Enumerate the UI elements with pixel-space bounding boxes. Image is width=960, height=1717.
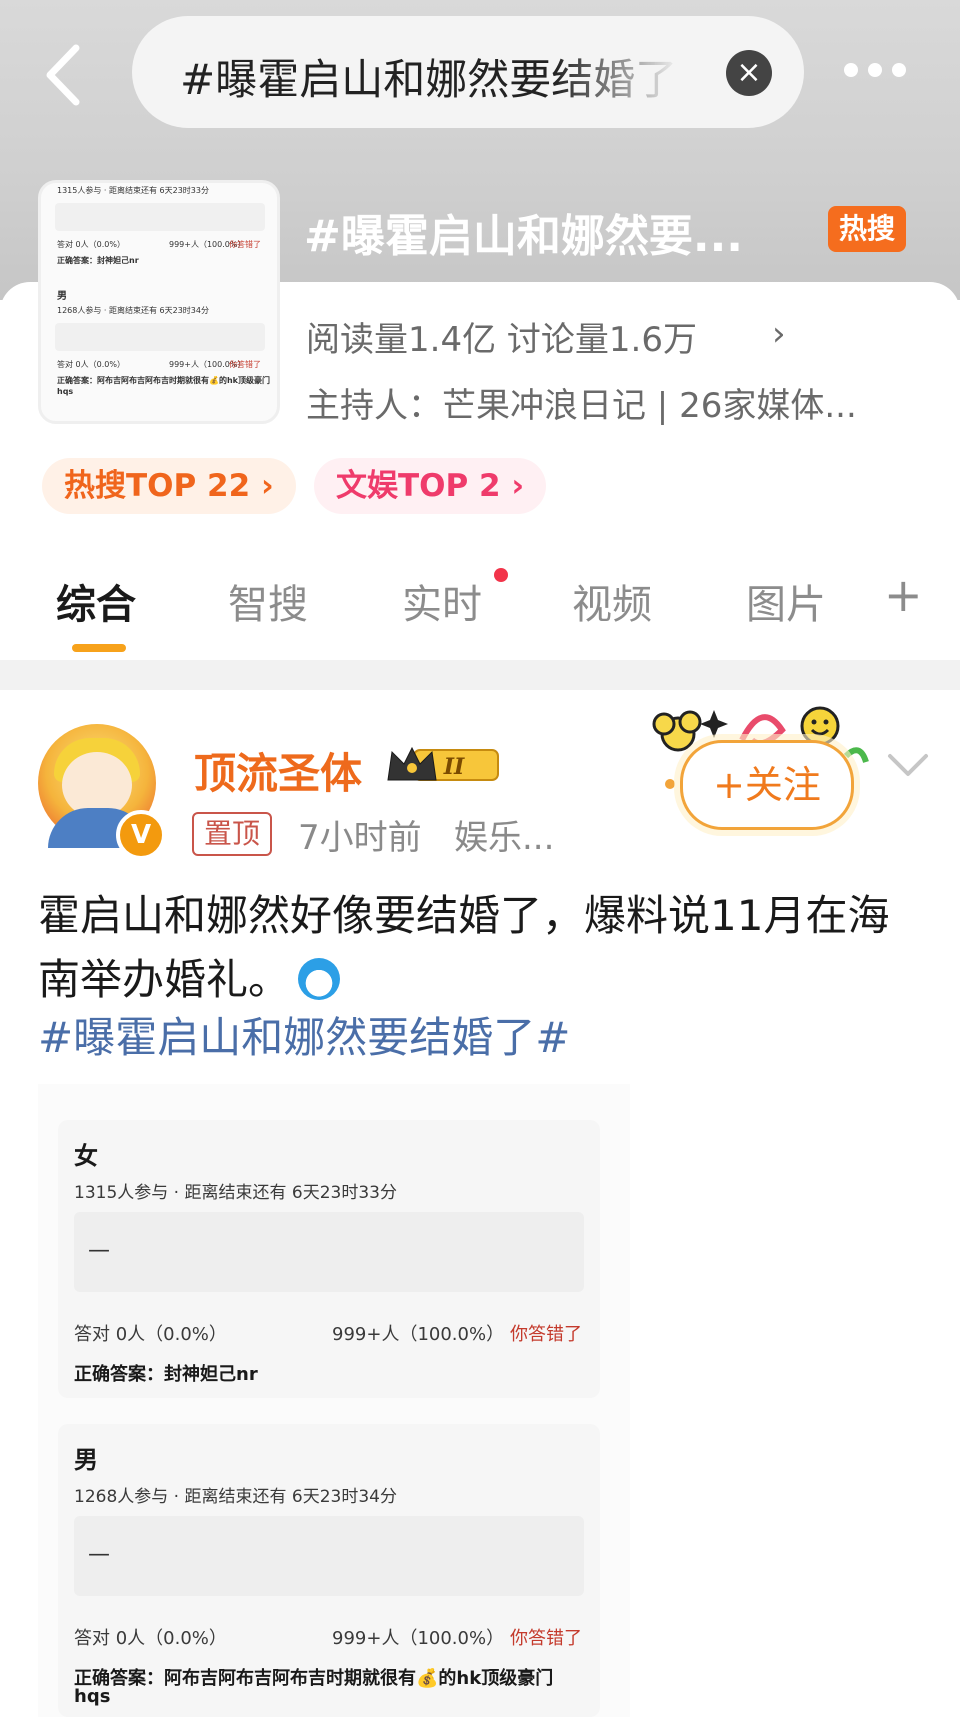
topic-thumbnail[interactable]: 1315人参与 · 距离结束还有 6天23时33分 答对 0人（0.0%） 99…	[38, 180, 280, 424]
tab-images[interactable]: 图片	[746, 572, 826, 630]
level-label: II	[443, 754, 465, 780]
doraemon-emoji-icon	[298, 958, 341, 1000]
post-image[interactable]: 女 1315人参与 · 距离结束还有 6天23时33分 — 答对 0人（0.0%…	[38, 1084, 630, 1717]
chevron-right-icon[interactable]: ›	[772, 314, 786, 354]
tab-smart-search[interactable]: 智搜	[228, 572, 308, 630]
active-tab-indicator	[72, 644, 126, 652]
thumb-result-wrong-2: 你答错了	[229, 360, 261, 369]
more-dot-icon	[892, 63, 906, 77]
topic-host[interactable]: 主持人：芒果冲浪日记 | 26家媒体...	[306, 378, 924, 427]
add-tab-button[interactable]: +	[884, 568, 923, 622]
entertainment-rank-label: 文娱TOP 2	[336, 468, 501, 504]
quiz-wrong-count: 999+人（100.0%）	[332, 1324, 505, 1345]
hot-search-rank-chip[interactable]: 热搜TOP 22 ›	[42, 458, 296, 514]
quiz-card-meta: 1315人参与 · 距离结束还有 6天23时33分	[74, 1183, 397, 1203]
quiz-correct-answer-line2: hqs	[74, 1686, 111, 1707]
post-body: 霍启山和娜然好像要结婚了，爆料说11月在海南举办婚礼。	[38, 884, 918, 1012]
crown-level-icon: II	[387, 746, 499, 781]
quiz-answer-box	[74, 1212, 584, 1292]
thumb-answer-1: 正确答案：封神妲己nr	[57, 256, 139, 265]
chevron-right-icon: ›	[250, 468, 274, 504]
verified-icon: V	[116, 810, 166, 860]
thumb-meta-line-2: 1268人参与 · 距离结束还有 6天23时34分	[57, 306, 209, 315]
quiz-correct-answer: 正确答案：封神妲己nr	[74, 1364, 258, 1385]
thumb-answer-box-2	[55, 323, 265, 351]
hot-search-badge: 热搜	[828, 206, 906, 252]
topic-title: #曝霍启山和娜然要...	[304, 211, 744, 262]
post-text: 霍启山和娜然好像要结婚了，爆料说11月在海南举办婚礼。	[38, 891, 890, 1004]
thumb-result-wrong: 你答错了	[229, 240, 261, 249]
chevron-down-icon[interactable]	[886, 750, 930, 780]
quiz-card-meta: 1268人参与 · 距离结束还有 6天23时34分	[74, 1487, 397, 1507]
more-options-button[interactable]	[844, 62, 916, 78]
tab-video[interactable]: 视频	[572, 572, 652, 630]
follow-button[interactable]: +关注	[680, 740, 854, 830]
entertainment-rank-chip[interactable]: 文娱TOP 2 ›	[314, 458, 547, 514]
hot-search-rank-label: 热搜TOP 22	[64, 468, 251, 504]
new-content-dot	[494, 568, 508, 582]
more-dot-icon	[844, 63, 858, 77]
topic-stats[interactable]: 阅读量1.4亿 讨论量1.6万	[306, 312, 697, 361]
thumb-result-left-2: 答对 0人（0.0%）	[57, 360, 125, 369]
quiz-card-title: 女	[74, 1142, 98, 1170]
thumb-meta-line: 1315人参与 · 距离结束还有 6天23时33分	[57, 186, 209, 195]
thumb-answer-2b: hqs	[57, 387, 74, 396]
quiz-wrong-label: 你答错了	[510, 1324, 582, 1345]
thumb-title-2: 男	[57, 291, 67, 302]
tab-comprehensive[interactable]: 综合	[56, 572, 136, 630]
quiz-wrong-label: 你答错了	[510, 1628, 582, 1649]
quiz-card: 男 1268人参与 · 距离结束还有 6天23时34分 — 答对 0人（0.0%…	[58, 1424, 600, 1717]
quiz-correct-count: 答对 0人（0.0%）	[74, 1628, 227, 1649]
thumb-answer-box	[55, 203, 265, 231]
quiz-wrong-count: 999+人（100.0%）	[332, 1628, 505, 1649]
quiz-correct-count: 答对 0人（0.0%）	[74, 1324, 227, 1345]
chevron-right-icon: ›	[500, 468, 525, 504]
author-name[interactable]: 顶流圣体	[194, 740, 362, 801]
thumb-answer-2: 正确答案：阿布吉阿布吉阿布吉时期就很有💰的hk顶级豪门	[57, 376, 270, 385]
pinned-tag: 置顶	[192, 812, 273, 856]
clear-search-button[interactable]: ×	[726, 50, 772, 96]
quiz-answer-placeholder: —	[88, 1238, 110, 1263]
chevron-left-icon	[46, 44, 80, 106]
search-input[interactable]: #曝霍启山和娜然要结婚了	[180, 46, 680, 107]
quiz-answer-box	[74, 1516, 584, 1596]
quiz-answer-placeholder: —	[88, 1542, 110, 1567]
post-source: 娱乐...	[454, 818, 555, 858]
thumb-result-left: 答对 0人（0.0%）	[57, 240, 125, 249]
quiz-card-title: 男	[74, 1446, 98, 1474]
section-divider	[0, 660, 960, 690]
post-time: 7小时前	[298, 818, 422, 858]
more-dot-icon	[868, 63, 882, 77]
back-button[interactable]	[40, 40, 90, 110]
close-icon: ×	[736, 55, 762, 90]
tab-realtime[interactable]: 实时	[402, 572, 482, 630]
post-hashtag-link[interactable]: #曝霍启山和娜然要结婚了#	[38, 1004, 570, 1065]
quiz-correct-answer: 正确答案：阿布吉阿布吉阿布吉时期就很有💰的hk顶级豪门	[74, 1668, 554, 1689]
quiz-card: 女 1315人参与 · 距离结束还有 6天23时33分 — 答对 0人（0.0%…	[58, 1120, 600, 1398]
